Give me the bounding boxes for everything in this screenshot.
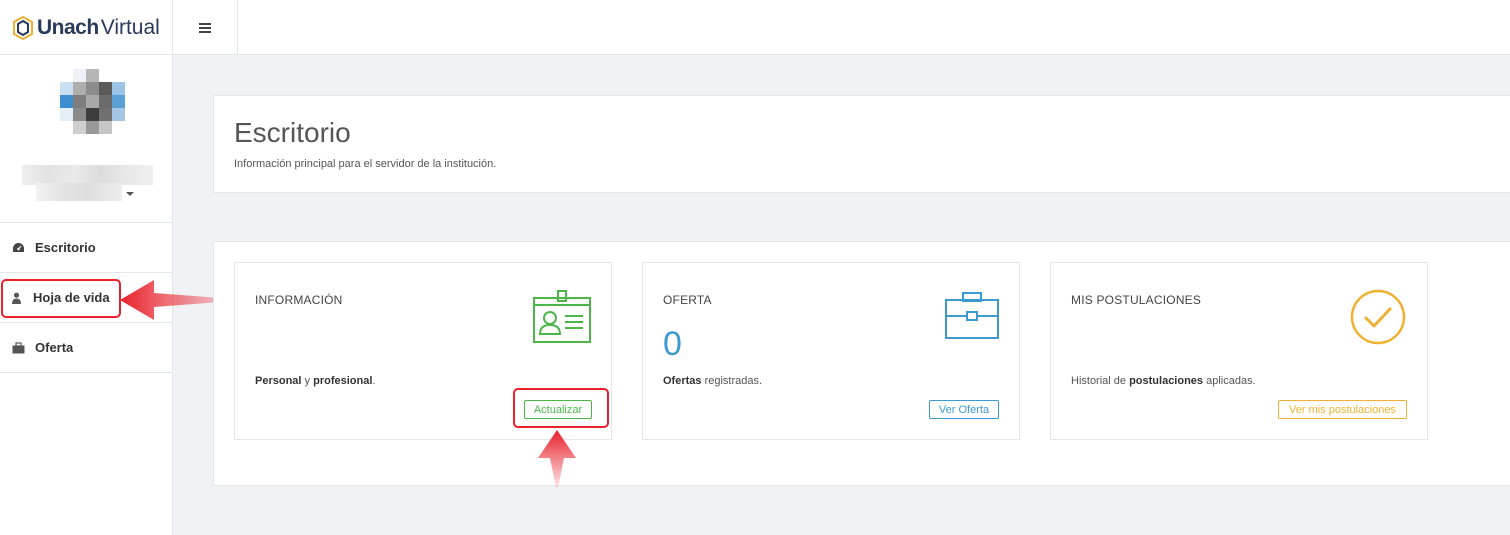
ofertas-count: 0	[663, 325, 682, 363]
sidebar-item-escritorio[interactable]: Escritorio	[0, 223, 172, 273]
sidebar-item-label: Hoja de vida	[33, 290, 110, 305]
top-bar: Unach Virtual	[0, 0, 1510, 55]
ver-oferta-button[interactable]: Ver Oferta	[929, 400, 999, 419]
check-circle-icon	[1350, 289, 1406, 345]
dashboard-cards-panel: INFORMACIÓN Personal y profesional. Actu…	[213, 241, 1510, 486]
user-icon	[12, 292, 21, 304]
card-title: INFORMACIÓN	[255, 293, 343, 307]
avatar[interactable]	[60, 69, 125, 134]
dashboard-icon	[13, 242, 24, 252]
user-role-blurred	[36, 183, 122, 201]
brand-name-light: Virtual	[100, 15, 160, 39]
brand-name-bold: Unach	[37, 15, 99, 39]
card-title: MIS POSTULACIONES	[1071, 293, 1202, 307]
hexagon-logo-icon	[13, 15, 33, 40]
annotation-arrow-up	[538, 430, 576, 488]
card-mis-postulaciones: MIS POSTULACIONES Historial de postulaci…	[1050, 262, 1428, 440]
user-name-blurred	[22, 165, 153, 185]
card-description: Historial de postulaciones aplicadas.	[1071, 375, 1256, 387]
briefcase-icon	[945, 292, 999, 339]
card-description: Ofertas registradas.	[663, 375, 763, 387]
id-card-icon	[533, 290, 591, 343]
briefcase-icon	[12, 341, 25, 353]
sidebar-item-label: Oferta	[35, 340, 74, 355]
page-subtitle: Información principal para el servidor d…	[234, 158, 497, 170]
hamburger-icon	[199, 22, 211, 33]
ver-mis-postulaciones-button[interactable]: Ver mis postulaciones	[1278, 400, 1407, 419]
card-title: OFERTA	[663, 293, 712, 307]
menu-toggle-button[interactable]	[173, 0, 238, 55]
card-oferta: OFERTA 0 Ofertas registradas. Ver Oferta	[642, 262, 1020, 440]
user-profile	[0, 55, 172, 223]
card-description: Personal y profesional.	[255, 375, 376, 387]
page-header: Escritorio Información principal para el…	[213, 95, 1510, 193]
annotation-highlight-box	[513, 388, 609, 428]
page-title: Escritorio	[234, 117, 351, 148]
brand-logo[interactable]: Unach Virtual	[0, 0, 173, 55]
caret-down-icon[interactable]	[126, 192, 134, 196]
sidebar-item-label: Escritorio	[35, 240, 96, 255]
sidebar-item-oferta[interactable]: Oferta	[0, 323, 172, 373]
